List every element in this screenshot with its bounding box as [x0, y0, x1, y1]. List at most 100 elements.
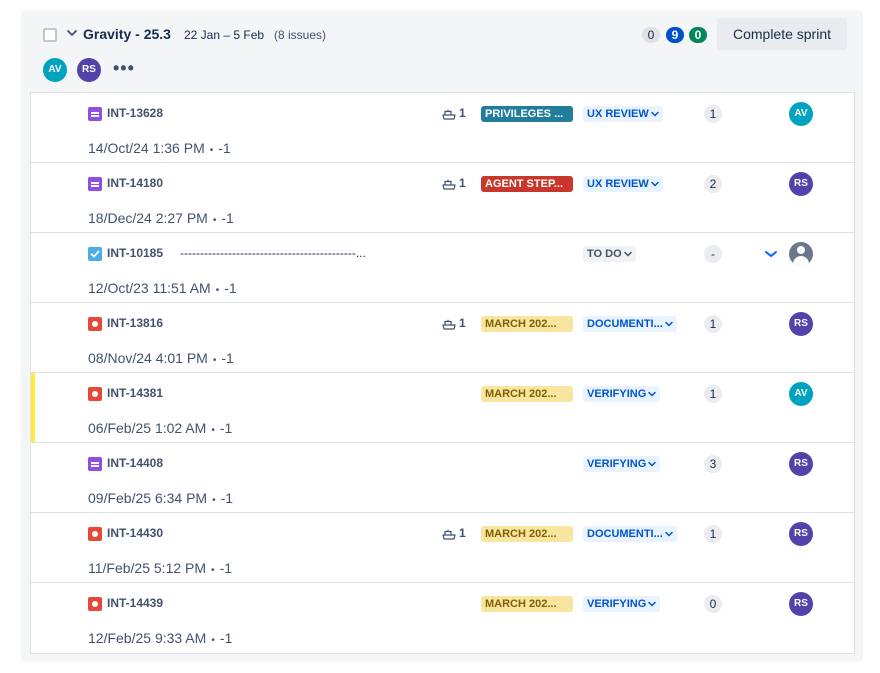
bug-icon [88, 317, 102, 331]
bug-icon [88, 527, 102, 541]
issue-row[interactable]: INT-14408 VERIFYING 3 RS 09/Feb/25 6:34 PM • -… [31, 443, 854, 513]
sprint-container: Gravity - 25.3 22 Jan – 5 Feb (8 issues)… [21, 10, 863, 662]
subtask-icon [442, 178, 456, 190]
subtask-icon [442, 318, 456, 330]
bug-icon [88, 387, 102, 401]
subtask-icon [442, 528, 456, 540]
subtask-count: 1 [459, 316, 466, 330]
chevron-down-icon [648, 456, 657, 472]
issue-key[interactable]: INT-14430 [107, 526, 163, 540]
status-dropdown[interactable]: VERIFYING [583, 456, 661, 472]
story-points-badge: 0 [704, 595, 722, 613]
issue-key[interactable]: INT-14408 [107, 456, 163, 470]
issue-meta-value: -1 [221, 350, 234, 366]
epic-lozenge[interactable]: MARCH 202... [481, 596, 573, 612]
story-points-badge: 1 [704, 105, 722, 123]
assignee-avatar[interactable]: RS [789, 522, 813, 546]
avatar-rs[interactable]: RS [77, 58, 101, 82]
epic-lozenge[interactable]: PRIVILEGES ... [481, 106, 573, 122]
issue-meta: 08/Nov/24 4:01 PM • -1 [88, 350, 234, 366]
issue-row[interactable]: INT-14180 1 AGENT STEP... UX REVIEW 2 RS 18/De… [31, 163, 854, 233]
status-dropdown[interactable]: DOCUMENTI... [583, 526, 677, 542]
sprint-dates: 22 Jan – 5 Feb [184, 28, 265, 42]
separator-dot: • [212, 215, 217, 226]
separator-dot: • [211, 565, 215, 576]
status-dropdown[interactable]: DOCUMENTI... [583, 316, 677, 332]
chevron-down-icon [648, 386, 657, 402]
epic-lozenge[interactable]: MARCH 202... [481, 386, 573, 402]
status-dropdown[interactable]: UX REVIEW [583, 106, 663, 122]
status-label: VERIFYING [587, 388, 647, 400]
assignee-avatar[interactable]: AV [789, 102, 813, 126]
issue-row[interactable]: INT-10185 -------------------------------… [31, 233, 854, 303]
status-dropdown[interactable]: VERIFYING [583, 596, 661, 612]
assignee-avatar[interactable]: AV [789, 382, 813, 406]
issue-summary: ----------------------------------------… [180, 246, 366, 260]
issue-meta: 11/Feb/25 5:12 PM • -1 [88, 560, 232, 576]
issue-row[interactable]: INT-13816 1 MARCH 202... DOCUMENTI... 1 RS 08/… [31, 303, 854, 373]
issue-key[interactable]: INT-14381 [107, 386, 163, 400]
issue-meta: 18/Dec/24 2:27 PM • -1 [88, 210, 234, 226]
epic-lozenge[interactable]: MARCH 202... [481, 526, 573, 542]
status-dropdown[interactable]: UX REVIEW [583, 176, 663, 192]
issue-meta: 12/Oct/23 11:51 AM • -1 [88, 280, 237, 296]
avatar-av[interactable]: AV [43, 58, 67, 82]
issue-meta: 14/Oct/24 1:36 PM • -1 [88, 140, 231, 156]
issue-row[interactable]: INT-13628 1 PRIVILEGES ... UX REVIEW 1 AV 14/O… [31, 93, 854, 163]
story-icon [88, 457, 102, 471]
sprint-issue-count: (8 issues) [274, 28, 327, 42]
epic-lozenge[interactable]: MARCH 202... [481, 316, 573, 332]
unassigned-avatar-icon[interactable] [789, 242, 813, 266]
issue-row[interactable]: INT-14430 1 MARCH 202... DOCUMENTI... 1 RS 11/… [31, 513, 854, 583]
separator-dot: • [212, 495, 216, 506]
assignee-avatar[interactable]: RS [789, 452, 813, 476]
story-points-badge: 1 [704, 385, 722, 403]
assignee-avatar[interactable]: RS [789, 172, 813, 196]
status-label: UX REVIEW [587, 108, 649, 120]
status-label: TO DO [587, 248, 622, 260]
subtask-icon [442, 108, 456, 120]
separator-dot: • [209, 145, 214, 156]
story-points-badge: 2 [704, 175, 722, 193]
issue-row[interactable]: INT-14439 MARCH 202... VERIFYING 0 RS 12/Feb/… [31, 583, 854, 653]
issue-key[interactable]: INT-10185 [107, 246, 163, 260]
chevron-down-icon [665, 526, 673, 542]
sprint-select-checkbox[interactable] [43, 28, 57, 42]
status-dropdown[interactable]: TO DO [583, 246, 636, 262]
issue-meta-value: -1 [219, 420, 233, 436]
issue-key[interactable]: INT-13628 [107, 106, 163, 120]
chevron-down-icon [650, 106, 659, 122]
issue-key[interactable]: INT-14439 [107, 596, 163, 610]
assignee-avatar[interactable]: RS [789, 592, 813, 616]
issue-meta: 09/Feb/25 6:34 PM • -1 [88, 490, 233, 506]
story-points-badge: 1 [704, 315, 722, 333]
story-points-badge: - [704, 245, 722, 263]
issue-key[interactable]: INT-13816 [107, 316, 163, 330]
issue-meta-value: -1 [224, 280, 237, 296]
bug-icon [88, 597, 102, 611]
subtask-count: 1 [459, 176, 466, 190]
issue-meta-value: -1 [221, 210, 234, 226]
issue-meta-value: -1 [218, 140, 231, 156]
status-dropdown[interactable]: VERIFYING [583, 386, 661, 402]
complete-sprint-button[interactable]: Complete sprint [717, 18, 847, 50]
todo-count-badge: 0 [642, 27, 660, 43]
chevron-down-icon[interactable] [66, 26, 78, 40]
epic-lozenge[interactable]: AGENT STEP... [481, 176, 573, 192]
task-checkbox-icon [88, 247, 102, 261]
issue-date: 18/Dec/24 2:27 PM [88, 210, 208, 226]
separator-dot: • [211, 635, 215, 646]
more-dots-icon[interactable]: ••• [113, 59, 135, 77]
issue-date: 14/Oct/24 1:36 PM [88, 140, 205, 156]
issue-meta-value: -1 [219, 560, 233, 576]
issue-key[interactable]: INT-14180 [107, 176, 163, 190]
separator-dot: • [215, 285, 220, 296]
story-icon [88, 107, 102, 121]
in-progress-count-badge: 9 [666, 27, 684, 43]
sprint-name[interactable]: Gravity - 25.3 [83, 26, 171, 42]
status-label: VERIFYING [587, 598, 647, 610]
issue-meta-value: -1 [219, 630, 233, 646]
issue-date: 12/Oct/23 11:51 AM [88, 280, 211, 296]
issue-row[interactable]: INT-14381 MARCH 202... VERIFYING 1 AV 06/Feb/… [31, 373, 854, 443]
assignee-avatar[interactable]: RS [789, 312, 813, 336]
